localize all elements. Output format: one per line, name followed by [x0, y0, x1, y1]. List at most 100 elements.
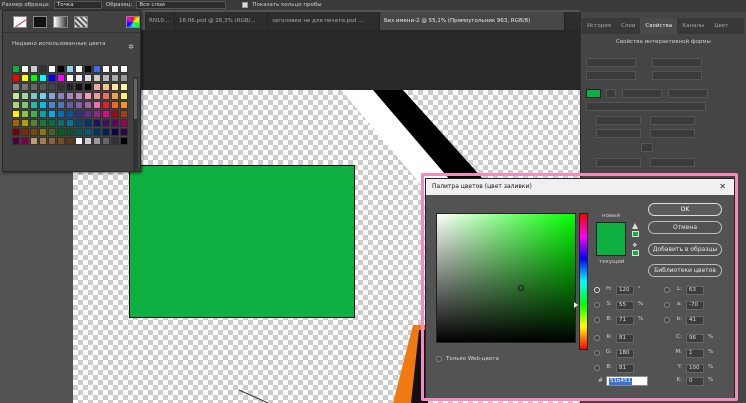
swatch[interactable]	[30, 110, 38, 118]
swatch[interactable]	[21, 137, 29, 145]
green-input[interactable]: 180	[616, 349, 634, 358]
gamut-fix-swatch[interactable]	[632, 231, 639, 237]
swatch[interactable]	[12, 110, 20, 118]
swatch[interactable]	[57, 74, 65, 82]
swatch[interactable]	[48, 83, 56, 91]
saturation-input[interactable]: 55	[616, 301, 634, 310]
green-rectangle-shape[interactable]	[129, 165, 355, 318]
swatch[interactable]	[48, 128, 56, 136]
swatch[interactable]	[75, 128, 83, 136]
prop-width-field[interactable]	[586, 58, 636, 67]
swatch[interactable]	[102, 65, 110, 73]
lab-a-input[interactable]: -70	[686, 301, 704, 310]
swatch[interactable]	[120, 137, 128, 145]
swatch[interactable]	[30, 119, 38, 127]
swatch[interactable]	[102, 92, 110, 100]
swatch[interactable]	[111, 128, 119, 136]
swatch-scrollbar[interactable]	[133, 77, 138, 172]
path-op-field-1[interactable]	[596, 158, 641, 167]
blue-input[interactable]: 81	[616, 364, 634, 373]
sample-size-select[interactable]: Точка	[53, 1, 102, 9]
swatch[interactable]	[30, 137, 38, 145]
swatch[interactable]	[93, 119, 101, 127]
hue-slider-handle[interactable]	[574, 302, 578, 308]
web-colors-checkbox[interactable]	[436, 356, 442, 362]
lab-l-input[interactable]: 63	[686, 286, 704, 295]
red-input[interactable]: 81	[616, 334, 634, 343]
tab-untitled-2[interactable]: Без имени-2 @ 55,1% (Прямоугольник 963, …	[380, 12, 565, 30]
path-op-field-2[interactable]	[650, 158, 695, 167]
corner-radius-bl[interactable]	[596, 129, 641, 138]
swatch[interactable]	[102, 101, 110, 109]
gradient-fill-button[interactable]	[53, 15, 68, 28]
swatch[interactable]	[111, 83, 119, 91]
no-fill-button[interactable]	[13, 15, 28, 28]
swatch[interactable]	[57, 83, 65, 91]
swatch[interactable]	[93, 128, 101, 136]
swatch[interactable]	[12, 83, 20, 91]
swatch[interactable]	[39, 65, 47, 73]
swatch[interactable]	[120, 101, 128, 109]
swatch[interactable]	[39, 101, 47, 109]
swatch[interactable]	[21, 65, 29, 73]
swatch[interactable]	[66, 119, 74, 127]
cancel-button[interactable]: Отмена	[648, 221, 722, 234]
tab-headings[interactable]: заголовки не для печати.psd ...	[268, 12, 380, 30]
swatch[interactable]	[57, 65, 65, 73]
swatch[interactable]	[66, 137, 74, 145]
swatch[interactable]	[102, 137, 110, 145]
swatch[interactable]	[66, 101, 74, 109]
swatch[interactable]	[21, 92, 29, 100]
swatch[interactable]	[48, 101, 56, 109]
swatch[interactable]	[30, 128, 38, 136]
black-input[interactable]: 0	[686, 377, 704, 386]
prop-height-field[interactable]	[652, 58, 702, 67]
close-icon[interactable]: ✕	[719, 179, 726, 195]
swatch[interactable]	[102, 83, 110, 91]
swatch[interactable]	[39, 110, 47, 118]
swatch[interactable]	[57, 101, 65, 109]
hue-slider[interactable]	[579, 213, 588, 350]
swatch[interactable]	[30, 83, 38, 91]
swatch[interactable]	[120, 128, 128, 136]
add-to-swatches-button[interactable]: Добавить в образцы	[648, 243, 722, 256]
web-colors-option[interactable]: Только Web-цвета	[436, 356, 499, 362]
swatch[interactable]	[57, 137, 65, 145]
swatch[interactable]	[66, 65, 74, 73]
web-safe-swatch[interactable]	[632, 250, 639, 256]
corner-radius-tr[interactable]	[650, 116, 695, 125]
tab-history[interactable]: История	[582, 18, 616, 34]
swatch[interactable]	[57, 119, 65, 127]
swatch[interactable]	[75, 65, 83, 73]
swatch[interactable]	[48, 74, 56, 82]
swatch[interactable]	[39, 128, 47, 136]
swatch[interactable]	[21, 128, 29, 136]
pattern-fill-button[interactable]	[73, 15, 88, 28]
swatch[interactable]	[111, 119, 119, 127]
swatch[interactable]	[93, 110, 101, 118]
corner-radius-tl[interactable]	[596, 116, 641, 125]
sample-select[interactable]: Все слои	[136, 1, 227, 9]
swatch[interactable]	[111, 110, 119, 118]
swatch[interactable]	[48, 65, 56, 73]
swatch[interactable]	[102, 128, 110, 136]
hue-input[interactable]: 120	[616, 286, 634, 295]
ok-button[interactable]: OK	[648, 203, 722, 216]
swatch[interactable]	[57, 92, 65, 100]
swatch[interactable]	[21, 101, 29, 109]
swatch[interactable]	[66, 83, 74, 91]
web-safe-cube-icon[interactable]: ❖	[632, 242, 637, 249]
swatch[interactable]	[12, 119, 20, 127]
tab-rn10[interactable]: RN10...	[145, 12, 175, 30]
swatch[interactable]	[84, 101, 92, 109]
tab-properties[interactable]: Свойства	[640, 18, 678, 34]
swatch[interactable]	[84, 128, 92, 136]
prop-x-field[interactable]	[586, 71, 636, 80]
swatch[interactable]	[75, 110, 83, 118]
swatch[interactable]	[75, 74, 83, 82]
swatch[interactable]	[66, 110, 74, 118]
swatch[interactable]	[12, 74, 20, 82]
swatch[interactable]	[12, 128, 20, 136]
swatch[interactable]	[75, 83, 83, 91]
brightness-input[interactable]: 71	[616, 316, 634, 325]
